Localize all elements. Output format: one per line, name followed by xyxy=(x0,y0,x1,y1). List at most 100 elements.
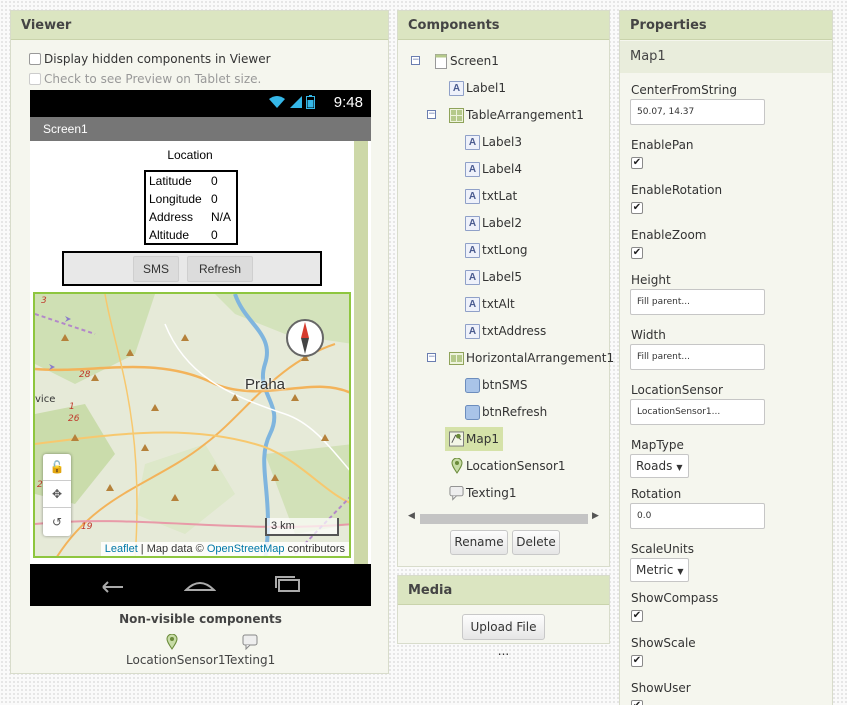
screen-icon xyxy=(433,54,448,69)
tablet-preview-checkbox-row[interactable]: Check to see Preview on Tablet size. xyxy=(29,72,261,86)
prop-label-height: Height xyxy=(631,273,671,287)
tree-node-btnsms[interactable]: btnSMS xyxy=(465,375,528,395)
scroll-right-icon[interactable]: ▶ xyxy=(592,511,599,521)
battery-icon xyxy=(306,95,315,109)
location-sensor-input[interactable]: LocationSensor1... xyxy=(630,399,765,425)
lock-icon[interactable]: 🔓 xyxy=(43,454,71,481)
phone-nav-bar xyxy=(30,564,371,606)
label-icon: A xyxy=(465,135,480,150)
tree-node-label: Label3 xyxy=(482,135,522,149)
scroll-left-icon[interactable]: ◀ xyxy=(408,511,415,521)
nonvisible-texting[interactable]: Texting1 xyxy=(224,634,276,667)
prop-label-enablerotation: EnableRotation xyxy=(631,183,722,197)
collapse-icon[interactable]: − xyxy=(427,353,436,362)
texting-icon xyxy=(242,634,258,650)
prop-label-scaleunits: ScaleUnits xyxy=(631,542,694,556)
display-hidden-checkbox-row[interactable]: Display hidden components in Viewer xyxy=(29,52,271,66)
upload-file-button[interactable]: Upload File ... xyxy=(462,614,545,640)
home-icon[interactable] xyxy=(184,574,216,594)
tree-node-txtlat[interactable]: A txtLat xyxy=(465,186,517,206)
prop-label-enablepan: EnablePan xyxy=(631,138,694,152)
enable-rotation-checkbox[interactable]: ✔ xyxy=(631,202,643,214)
status-icons xyxy=(268,95,315,109)
reset-icon[interactable]: ↺ xyxy=(43,508,71,535)
tree-node-label3[interactable]: A Label3 xyxy=(465,132,522,152)
tree-node-txtalt[interactable]: A txtAlt xyxy=(465,294,515,314)
screen-scrollbar[interactable] xyxy=(354,141,368,564)
tree-node-label: LocationSensor1 xyxy=(466,459,566,473)
map-icon xyxy=(449,432,464,447)
display-hidden-checkbox[interactable] xyxy=(29,53,41,65)
location-table: Latitude 0 Longitude 0 Address N/A Altit… xyxy=(144,170,238,245)
show-scale-checkbox[interactable]: ✔ xyxy=(631,655,643,667)
enable-zoom-checkbox[interactable]: ✔ xyxy=(631,247,643,259)
rename-button[interactable]: Rename xyxy=(450,530,508,555)
show-user-checkbox[interactable]: ✔ xyxy=(631,700,643,705)
scale-units-select[interactable]: Metric ▼ xyxy=(630,558,689,582)
viewer-panel: Viewer Display hidden components in View… xyxy=(10,10,389,674)
tree-node-tablearrangement1[interactable]: TableArrangement1 xyxy=(449,105,584,125)
prop-label-enablezoom: EnableZoom xyxy=(631,228,706,242)
wifi-icon xyxy=(268,95,286,109)
nonvisible-location-sensor[interactable]: LocationSensor1 xyxy=(126,634,218,667)
map-type-select[interactable]: Roads▼ xyxy=(630,454,689,478)
delete-button[interactable]: Delete xyxy=(512,530,560,555)
back-icon[interactable] xyxy=(97,575,127,595)
tree-node-locationsensor1[interactable]: LocationSensor1 xyxy=(449,456,566,476)
label-icon: A xyxy=(465,324,480,339)
tree-node-label: txtAlt xyxy=(482,297,515,311)
tree-node-label: txtLong xyxy=(482,243,528,257)
collapse-icon[interactable]: − xyxy=(427,110,436,119)
tree-node-label4[interactable]: A Label4 xyxy=(465,159,522,179)
tree-node-label2[interactable]: A Label2 xyxy=(465,213,522,233)
tree-node-label: Label1 xyxy=(466,81,506,95)
tree-node-label: Label2 xyxy=(482,216,522,230)
button-icon xyxy=(465,378,480,393)
prop-label-maptype: MapType xyxy=(631,438,684,452)
location-sensor-icon xyxy=(449,459,464,474)
viewer-header: Viewer xyxy=(11,11,388,40)
pan-icon[interactable]: ✥ xyxy=(43,481,71,508)
tablet-preview-checkbox[interactable] xyxy=(29,73,41,85)
width-input[interactable]: Fill parent... xyxy=(630,344,765,370)
leaflet-link[interactable]: Leaflet xyxy=(105,543,138,555)
tree-node-label: Texting1 xyxy=(466,486,516,500)
map-view[interactable]: Praha 3 28 26 19 vice 2 1 🔓 ✥ ↺ xyxy=(33,292,351,558)
center-from-string-input[interactable]: 50.07, 14.37 xyxy=(630,99,765,125)
map-attribution: Leaflet | Map data © OpenStreetMap contr… xyxy=(101,542,349,556)
scrollbar-thumb[interactable] xyxy=(420,514,588,524)
tree-node-txtlong[interactable]: A txtLong xyxy=(465,240,528,260)
tree-horizontal-scrollbar[interactable]: ◀ ▶ xyxy=(406,511,602,525)
tree-node-txtaddress[interactable]: A txtAddress xyxy=(465,321,546,341)
map-scale-bar: 3 km xyxy=(265,518,339,536)
tree-node-label1[interactable]: A Label1 xyxy=(449,78,506,98)
prop-label-width: Width xyxy=(631,328,666,342)
components-header: Components xyxy=(398,11,609,40)
enable-pan-checkbox[interactable]: ✔ xyxy=(631,157,643,169)
tree-node-texting1[interactable]: Texting1 xyxy=(449,483,516,503)
height-input[interactable]: Fill parent... xyxy=(630,289,765,315)
location-sensor-icon xyxy=(166,634,178,650)
horizontal-arrangement-icon xyxy=(449,351,464,366)
show-compass-checkbox[interactable]: ✔ xyxy=(631,610,643,622)
location-title: Location xyxy=(30,148,350,162)
chevron-down-icon: ▼ xyxy=(677,567,683,576)
openstreetmap-link[interactable]: OpenStreetMap xyxy=(207,543,285,555)
rotation-input[interactable]: 0.0 xyxy=(630,503,765,529)
phone-status-bar: 9:48 xyxy=(30,90,371,117)
refresh-button[interactable]: Refresh xyxy=(187,256,253,282)
map-type-value: Roads xyxy=(636,459,672,473)
recent-apps-icon[interactable] xyxy=(273,574,303,594)
tree-node-screen1[interactable]: Screen1 xyxy=(433,51,499,71)
map-city-label: Praha xyxy=(245,376,285,393)
tree-node-map1[interactable]: Map1 xyxy=(445,427,503,451)
scale-units-value: Metric xyxy=(636,563,673,577)
tree-node-label: Map1 xyxy=(466,432,499,446)
sms-button[interactable]: SMS xyxy=(133,256,179,282)
tree-node-label: Label5 xyxy=(482,270,522,284)
tree-node-horizontalarrangement1[interactable]: HorizontalArrangement1 xyxy=(449,348,614,368)
tree-node-label5[interactable]: A Label5 xyxy=(465,267,522,287)
collapse-icon[interactable]: − xyxy=(411,56,420,65)
tree-node-btnrefresh[interactable]: btnRefresh xyxy=(465,402,547,422)
phone-preview: 9:48 Screen1 Location Latitude 0 Longitu… xyxy=(30,90,371,606)
